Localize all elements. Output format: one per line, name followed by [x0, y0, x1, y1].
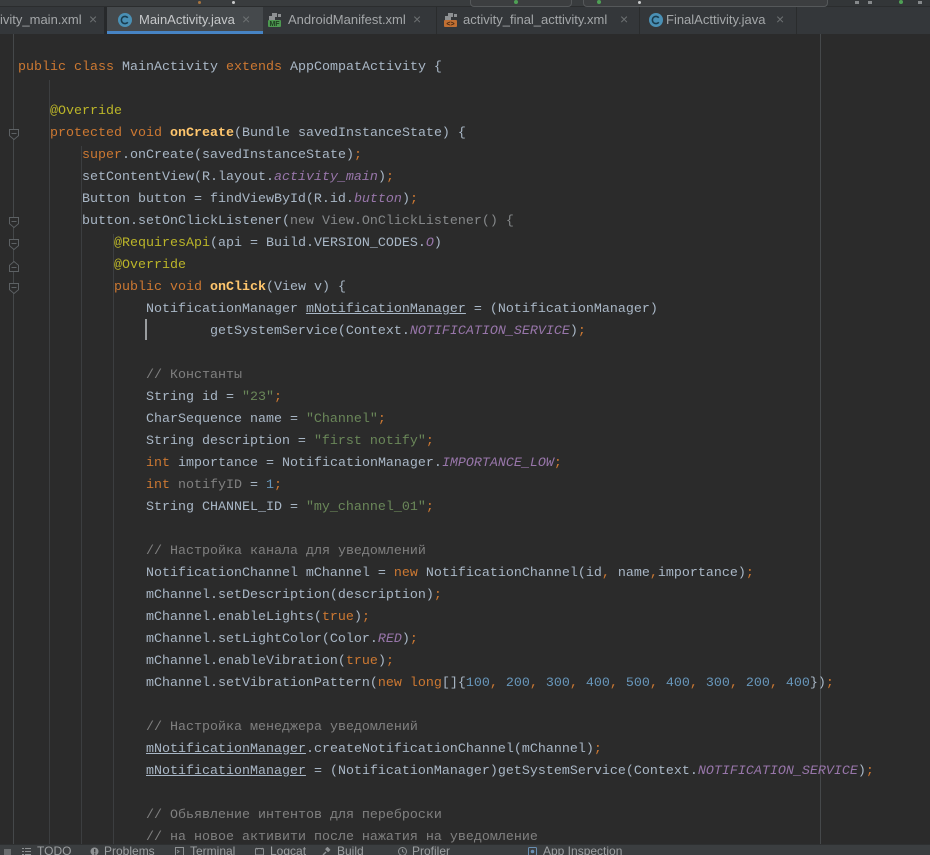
- svg-text:<>: <>: [446, 21, 454, 28]
- svg-text:MF: MF: [269, 21, 280, 28]
